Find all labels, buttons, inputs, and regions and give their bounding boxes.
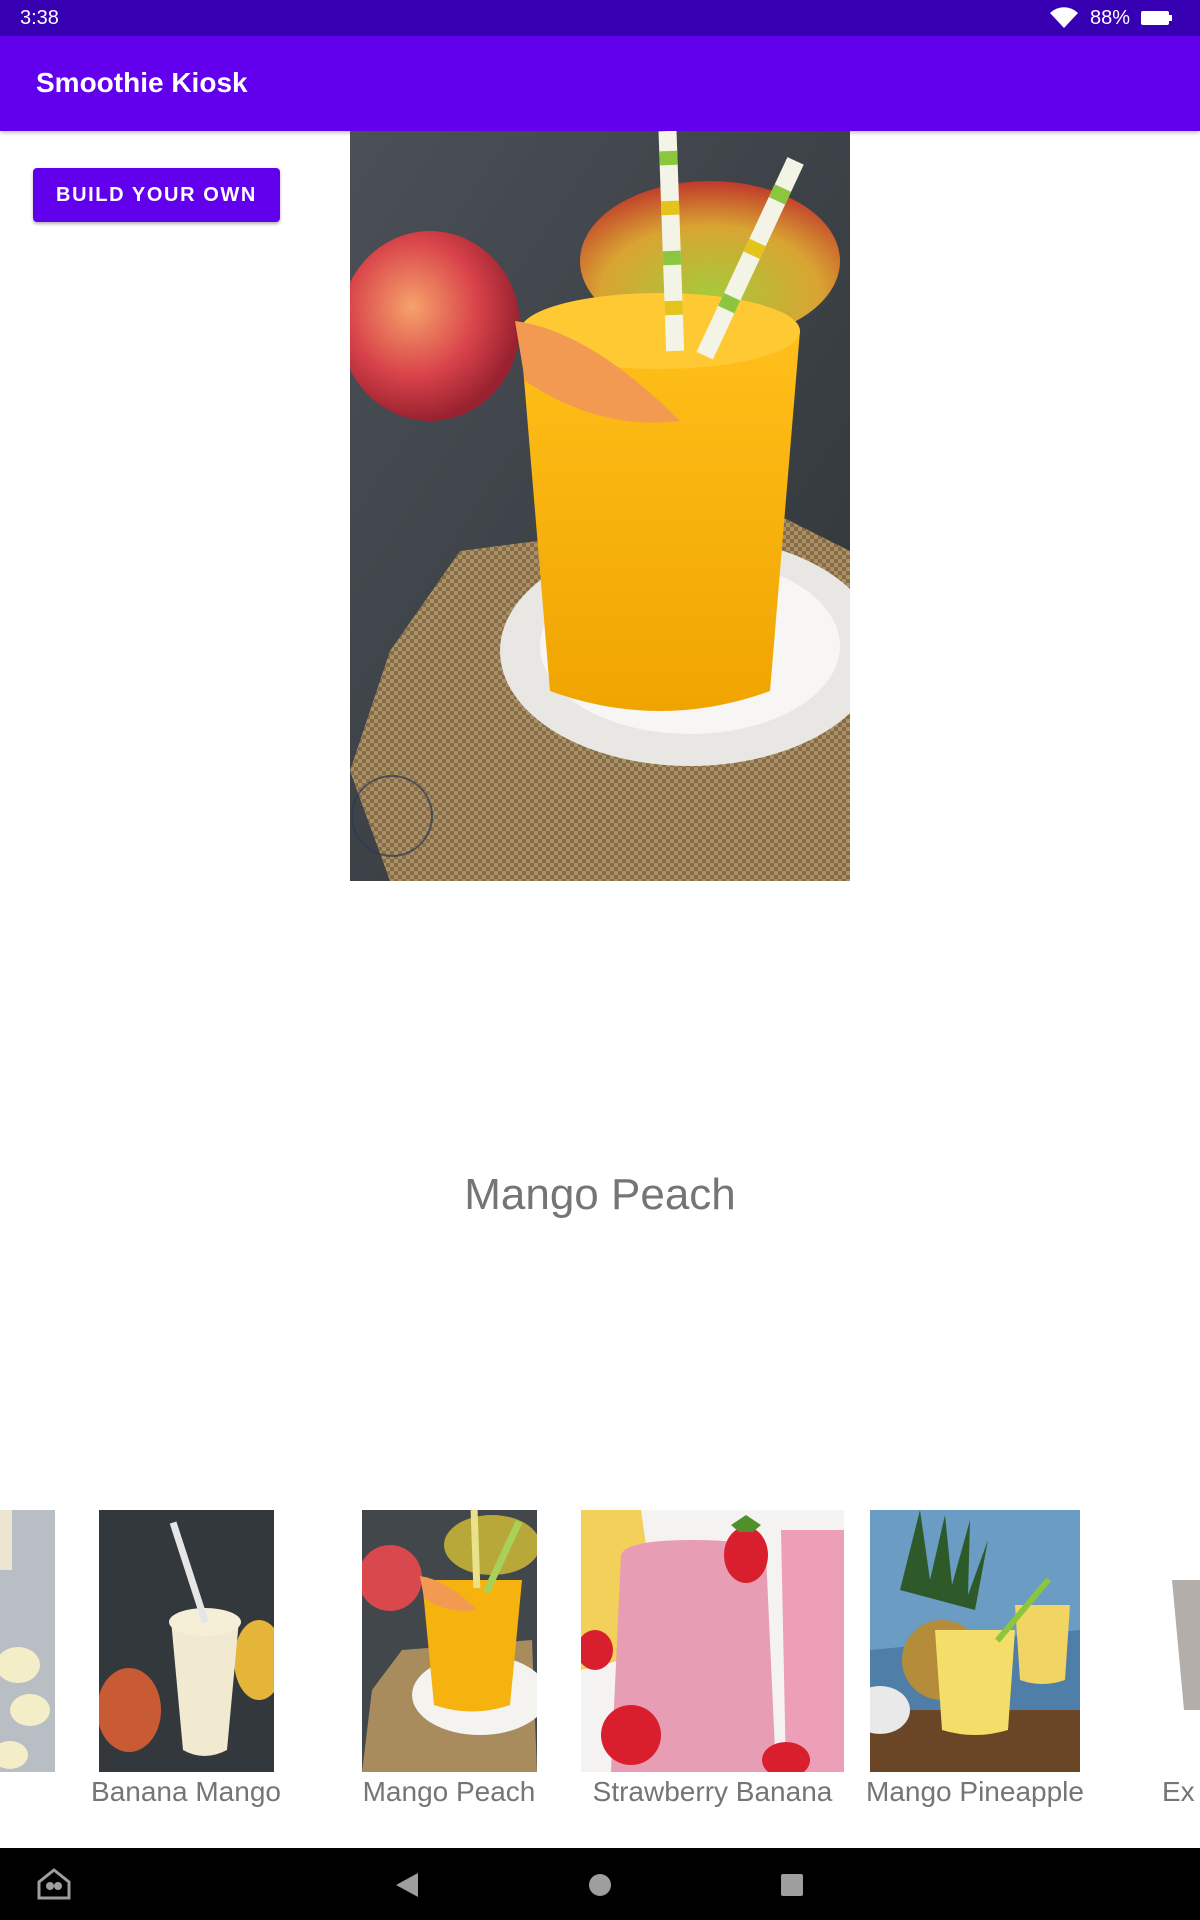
smoothie-carousel[interactable]: Banana Mango Mango Peach Strawberry Bana… [0,1508,1200,1818]
hero-smoothie-image [350,131,850,881]
carousel-item-label: Mango Pineapple [866,1776,1084,1807]
carousel-item-label: Banana Mango [91,1776,281,1807]
banana-mango-image [99,1510,274,1772]
mango-peach-image [362,1510,537,1772]
partial-right-image [1172,1510,1200,1772]
home-icon[interactable] [588,1873,612,1897]
app-bar: Smoothie Kiosk [0,36,1200,131]
home-assistant-icon[interactable] [37,1868,71,1900]
carousel-item-label: Mango Peach [362,1776,536,1807]
battery-percent: 88% [1089,6,1130,29]
battery-icon [1141,11,1172,25]
navigation-bar [0,1848,1200,1920]
carousel-item-label: Ex [1162,1776,1195,1807]
status-icons: 88% [1048,5,1174,31]
mango-pineapple-image [870,1510,1080,1772]
status-time: 3:38 [20,7,59,29]
status-bar: 3:38 88% [0,0,1200,36]
carousel-item-label: Strawberry Banana [592,1776,833,1807]
wifi-icon [1049,7,1078,29]
back-icon[interactable] [394,1871,420,1899]
carousel-item-partial-left[interactable] [0,1510,55,1772]
selected-smoothie-name: Mango Peach [464,1170,736,1219]
app-title: Smoothie Kiosk [36,67,248,98]
recents-icon[interactable] [780,1873,804,1897]
build-your-own-button[interactable]: BUILD YOUR OWN [33,168,280,222]
strawberry-banana-image [581,1510,844,1772]
